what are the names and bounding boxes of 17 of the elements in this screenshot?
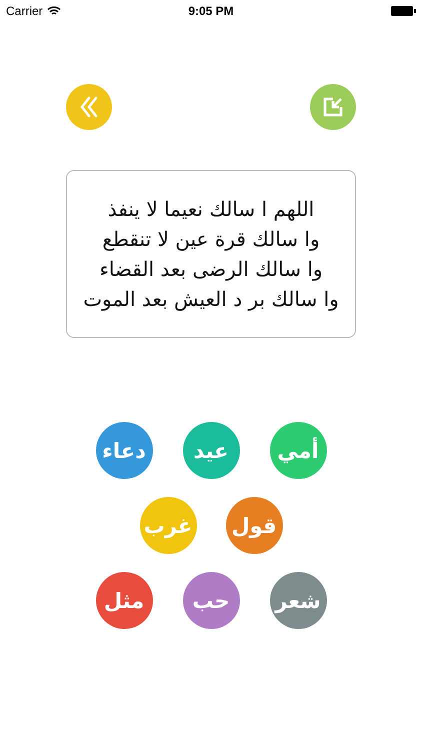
category-button[interactable]: أمي — [270, 422, 326, 479]
wifi-icon — [46, 6, 61, 16]
category-button[interactable]: عيد — [182, 422, 240, 479]
box-arrow-icon — [322, 96, 344, 118]
double-chevron-left-icon — [79, 96, 99, 118]
category-button[interactable]: قول — [226, 497, 282, 554]
category-button[interactable]: حب — [182, 572, 240, 629]
category-button[interactable]: شعر — [270, 572, 326, 629]
category-button[interactable]: مثل — [96, 572, 152, 629]
status-time: 9:05 PM — [188, 4, 234, 18]
share-button[interactable] — [310, 84, 356, 130]
category-button[interactable]: غرب — [140, 497, 196, 554]
carrier-name: Carrier — [6, 4, 43, 18]
quote-text: اللهم ا سالك نعيما لا ينفذ وا سالك قرة عين لا تنقطع وا سالك الرضى بعد القضاء وا سالك بر د العيش بعد الموت — [83, 196, 339, 313]
battery-icon — [391, 6, 416, 16]
back-button[interactable] — [66, 84, 112, 130]
category-button[interactable]: دعاء — [96, 422, 152, 479]
